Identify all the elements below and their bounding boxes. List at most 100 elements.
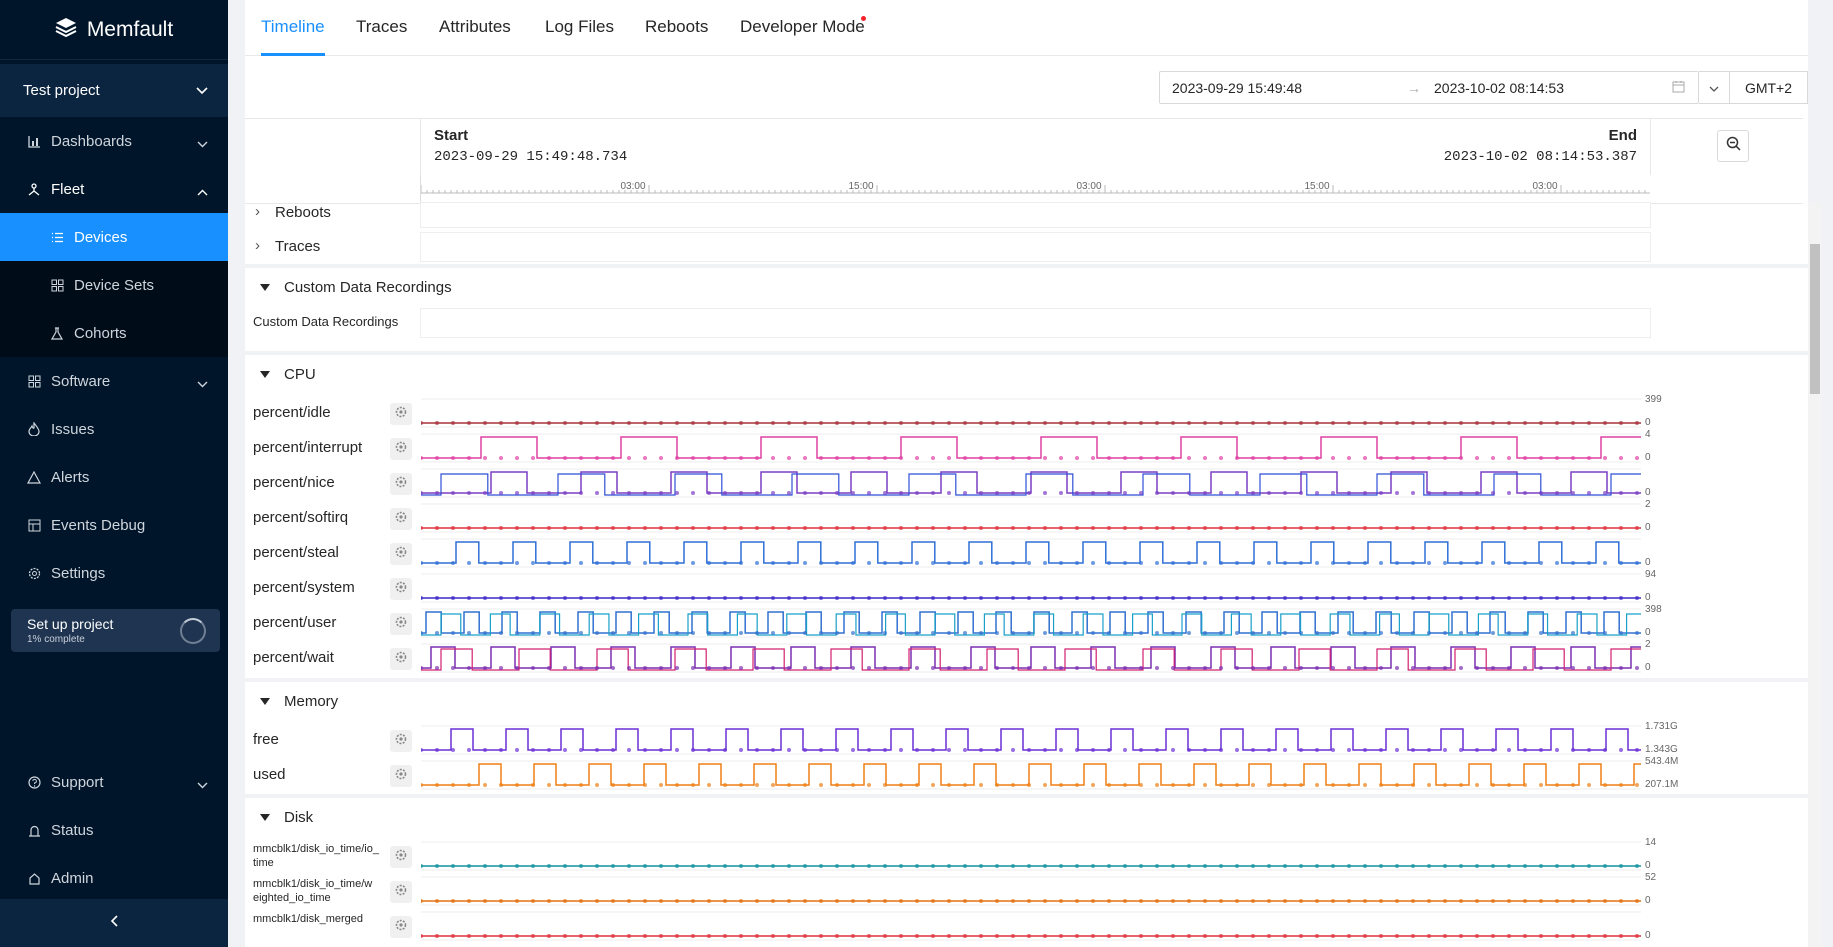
- y-axis-max-label: 398: [1645, 604, 1662, 615]
- date-range-input[interactable]: 2023-09-29 15:49:48 → 2023-10-02 08:14:5…: [1159, 71, 1699, 104]
- tab-attributes[interactable]: Attributes: [439, 17, 511, 37]
- sparkline-point: [1219, 899, 1223, 903]
- sparkline-point: [1139, 748, 1143, 752]
- metric-settings-button[interactable]: [390, 729, 412, 752]
- tab-timeline[interactable]: Timeline: [261, 17, 325, 37]
- sparkline-point: [1043, 864, 1047, 868]
- metric-name: percent/wait: [253, 648, 334, 666]
- sparkline-point: [467, 748, 471, 752]
- metric-settings-button[interactable]: [390, 612, 412, 635]
- metric-settings-button[interactable]: [390, 880, 412, 903]
- nav-dashboards[interactable]: Dashboards: [0, 117, 228, 165]
- logo[interactable]: Memfault: [0, 0, 228, 60]
- sparkline-point: [995, 783, 999, 787]
- nav-support[interactable]: Support: [0, 758, 228, 806]
- sparkline-point: [1491, 596, 1495, 600]
- nav-device-sets[interactable]: Device Sets: [0, 261, 228, 309]
- nav-admin[interactable]: Admin: [0, 854, 228, 902]
- zoom-out-button[interactable]: [1717, 130, 1749, 162]
- metric-settings-button[interactable]: [390, 915, 412, 938]
- metric-name: percent/idle: [253, 403, 331, 421]
- sparkline-point: [1075, 631, 1079, 635]
- metric-settings-button[interactable]: [390, 764, 412, 787]
- section-memory[interactable]: Memory: [245, 678, 1808, 721]
- sparkline-point: [883, 596, 887, 600]
- project-name: Test project: [23, 82, 100, 99]
- sparkline-point: [643, 934, 647, 938]
- setup-project-card[interactable]: Set up project 1% complete: [11, 609, 220, 652]
- section-cpu[interactable]: CPU: [245, 351, 1808, 394]
- metric-sparkline: [421, 538, 1641, 568]
- project-selector[interactable]: Test project: [0, 64, 228, 117]
- nav-events-debug[interactable]: Events Debug: [0, 501, 228, 549]
- metric-sparkline: [421, 398, 1641, 428]
- scrollbar-thumb[interactable]: [1810, 244, 1820, 394]
- range-start-input[interactable]: 2023-09-29 15:49:48: [1172, 80, 1302, 96]
- device-sets-icon: [50, 278, 64, 292]
- sparkline-point: [819, 526, 823, 530]
- sparkline-point: [1155, 666, 1159, 670]
- sparkline-point: [963, 666, 967, 670]
- sparkline-point: [435, 899, 439, 903]
- sparkline-point: [1267, 456, 1271, 460]
- sparkline-point: [1267, 526, 1271, 530]
- time-tick: 03:00: [1076, 181, 1102, 192]
- sparkline-point: [659, 783, 663, 787]
- sparkline-point: [1571, 864, 1575, 868]
- metric-settings-button[interactable]: [390, 437, 412, 460]
- sparkline-point: [659, 899, 663, 903]
- section-custom-data[interactable]: Custom Data Recordings: [245, 264, 1808, 307]
- sparkline-point: [1267, 666, 1271, 670]
- metric-settings-button[interactable]: [390, 542, 412, 565]
- nav-cohorts[interactable]: Cohorts: [0, 309, 228, 357]
- sparkline-point: [1219, 631, 1223, 635]
- collapse-sidebar-button[interactable]: [0, 899, 228, 947]
- sparkline-point: [1187, 526, 1191, 530]
- sparkline-point: [1491, 864, 1495, 868]
- sparkline-point: [819, 421, 823, 425]
- sparkline-point: [1379, 934, 1383, 938]
- metric-name: mmcblk1/disk_io_time/w eighted_io_time: [253, 877, 372, 905]
- sparkline-point: [1251, 783, 1255, 787]
- sparkline-point: [643, 631, 647, 635]
- tab-reboots[interactable]: Reboots: [645, 17, 708, 37]
- metric-sparkline: [421, 608, 1641, 638]
- nav-status[interactable]: Status: [0, 806, 228, 854]
- nav-fleet[interactable]: Fleet: [0, 165, 228, 213]
- sparkline-point: [1091, 783, 1095, 787]
- y-axis-min-label: 0: [1645, 452, 1651, 463]
- fleet-submenu: Devices Device Sets Cohorts: [0, 213, 228, 357]
- tab-log-files[interactable]: Log Files: [545, 17, 614, 37]
- sparkline-point: [659, 666, 663, 670]
- sparkline-point: [883, 526, 887, 530]
- memfault-logo-icon: [55, 17, 77, 43]
- time-tick: 15:00: [1304, 181, 1330, 192]
- metric-settings-button[interactable]: [390, 577, 412, 600]
- sparkline-point: [1475, 491, 1479, 495]
- sparkline-point: [1411, 934, 1415, 938]
- sparkline-point: [421, 864, 423, 868]
- metric-settings-button[interactable]: [390, 402, 412, 425]
- vertical-scrollbar[interactable]: [1808, 202, 1822, 947]
- nav-software[interactable]: Software: [0, 357, 228, 405]
- timeline-scroll-area[interactable]: › Reboots › Traces Custom Data Recording…: [245, 202, 1808, 947]
- nav-devices[interactable]: Devices: [0, 213, 228, 261]
- sparkline-point: [1315, 596, 1319, 600]
- metric-settings-button[interactable]: [390, 647, 412, 670]
- metric-settings-button[interactable]: [390, 472, 412, 495]
- sparkline-point: [995, 596, 999, 600]
- metric-settings-button[interactable]: [390, 507, 412, 530]
- nav-alerts[interactable]: Alerts: [0, 453, 228, 501]
- range-end-input[interactable]: 2023-10-02 08:14:53: [1434, 80, 1564, 96]
- tab-traces[interactable]: Traces: [356, 17, 407, 37]
- metric-settings-button[interactable]: [390, 845, 412, 868]
- sparkline-point: [1331, 631, 1335, 635]
- sparkline-point: [531, 666, 535, 670]
- sparkline-point: [1123, 456, 1127, 460]
- nav-settings[interactable]: Settings: [0, 549, 228, 597]
- tab-developer-mode[interactable]: Developer Mode: [740, 17, 865, 37]
- range-dropdown-button[interactable]: [1699, 71, 1730, 104]
- timezone-button[interactable]: GMT+2: [1730, 71, 1808, 104]
- nav-issues[interactable]: Issues: [0, 405, 228, 453]
- section-disk[interactable]: Disk: [245, 794, 1808, 837]
